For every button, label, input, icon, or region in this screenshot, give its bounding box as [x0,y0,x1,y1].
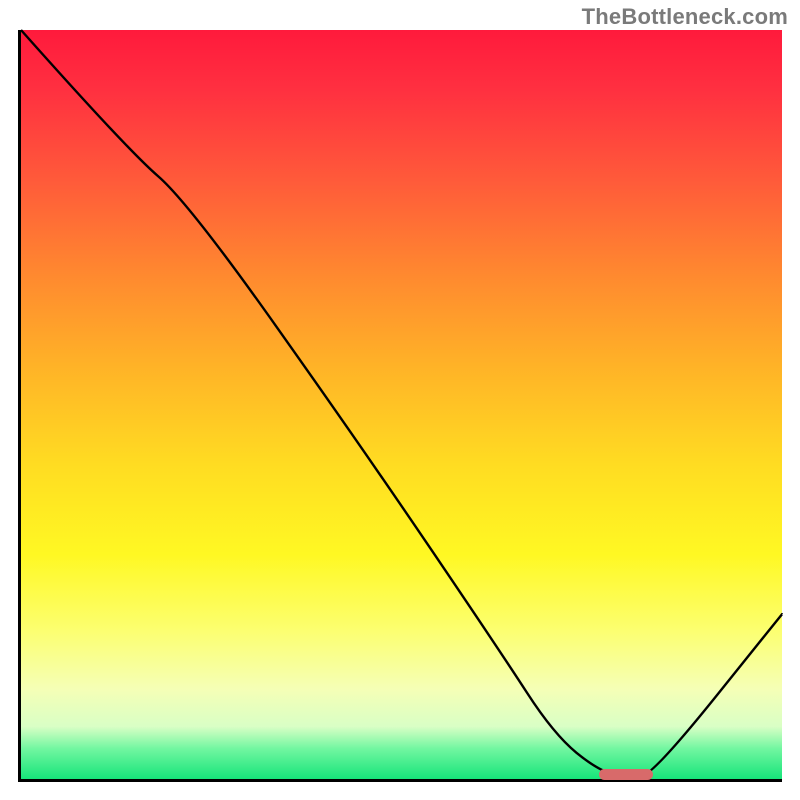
curve-layer [21,30,782,779]
plot-area [18,30,782,782]
watermark-text: TheBottleneck.com [582,4,788,30]
chart-frame: TheBottleneck.com [0,0,800,800]
optimal-range-marker [599,769,652,780]
bottleneck-curve [21,30,782,777]
